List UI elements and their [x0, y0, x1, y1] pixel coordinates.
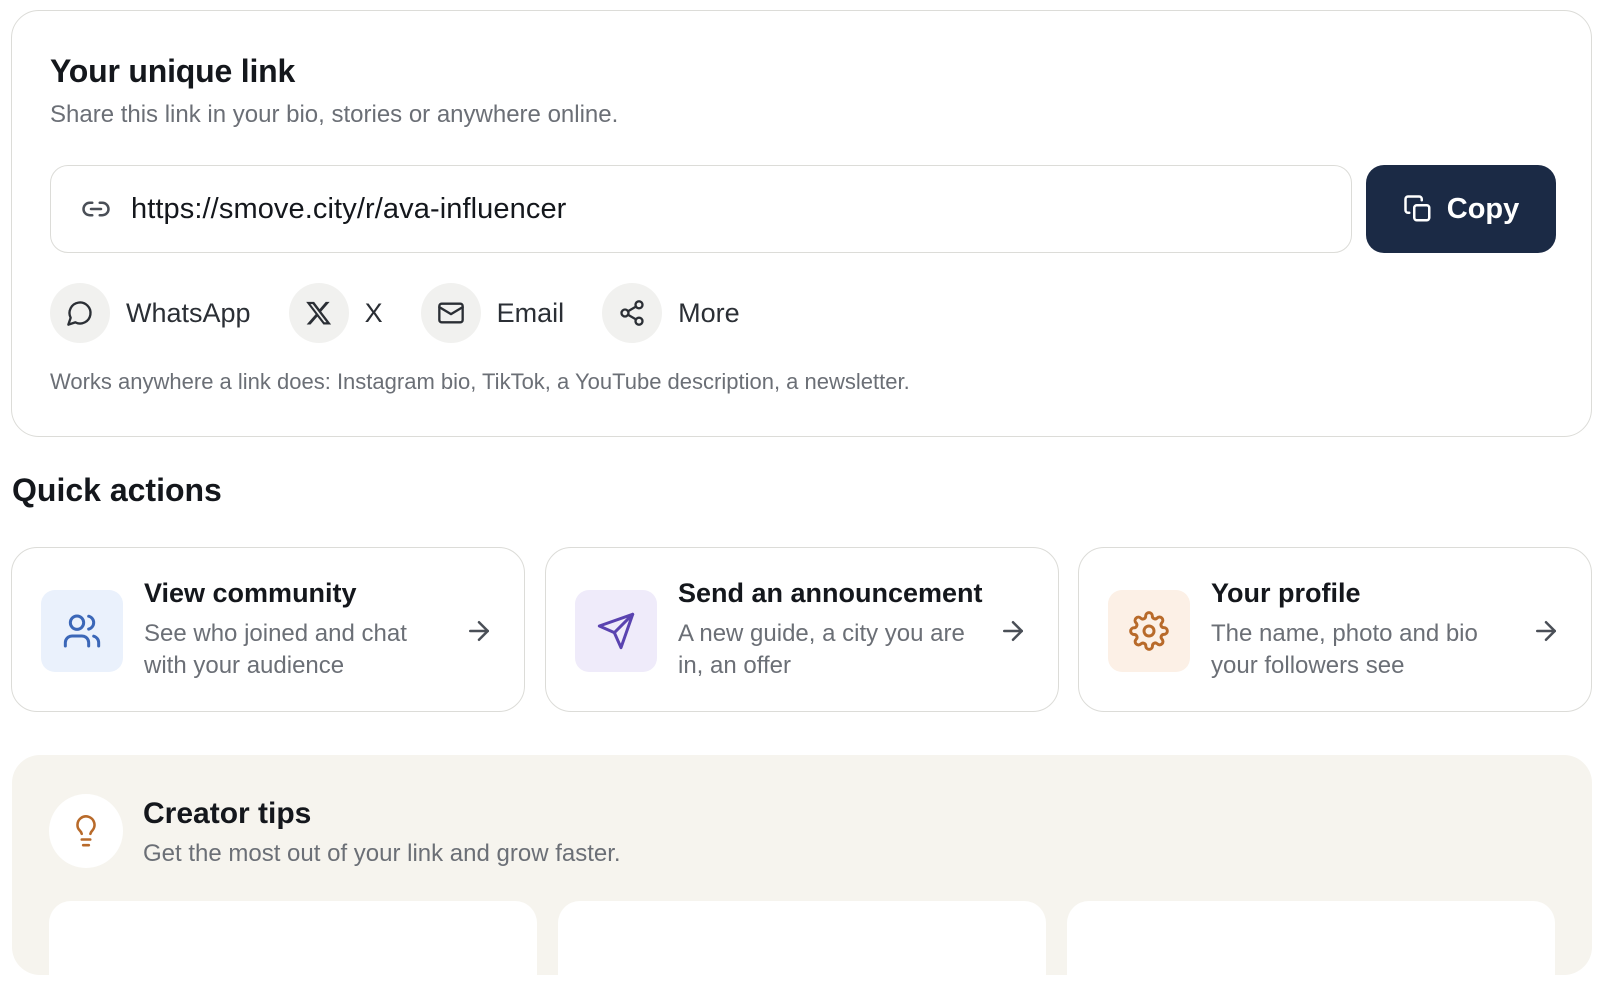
unique-link-card: Your unique link Share this link in your… [11, 10, 1592, 437]
quick-actions-heading: Quick actions [12, 472, 222, 508]
send-announcement-title: Send an announcement [678, 578, 983, 608]
arrow-right-icon [998, 616, 1028, 646]
link-card-subtitle: Share this link in your bio, stories or … [50, 101, 619, 128]
arrow-right-icon [464, 616, 494, 646]
your-profile-title: Your profile [1211, 578, 1361, 608]
creator-tips-section: Creator tips Get the most out of your li… [12, 755, 1592, 1001]
send-announcement-description: A new guide, a city you are in, an offer [678, 620, 965, 679]
link-icon [79, 192, 113, 226]
view-community-description: See who joined and chat with your audien… [144, 620, 407, 679]
arrow-right-icon [1531, 616, 1561, 646]
creator-tips-title: Creator tips [143, 797, 312, 830]
users-icon [41, 590, 123, 672]
view-community-card[interactable]: View community See who joined and chat w… [11, 547, 525, 712]
your-profile-description: The name, photo and bio your followers s… [1211, 620, 1478, 679]
share-icon [602, 283, 663, 343]
share-email-label: Email [496, 297, 565, 328]
gear-icon [1108, 590, 1190, 672]
copy-button[interactable]: Copy [1366, 165, 1556, 253]
lightbulb-icon [49, 794, 123, 868]
link-usage-note: Works anywhere a link does: Instagram bi… [50, 369, 910, 394]
copy-icon [1403, 194, 1433, 224]
whatsapp-icon [50, 283, 110, 343]
share-whatsapp-button[interactable]: WhatsApp [50, 283, 251, 343]
share-email-button[interactable]: Email [420, 283, 565, 343]
send-announcement-card[interactable]: Send an announcement A new guide, a city… [545, 547, 1059, 712]
share-x-button[interactable]: X [288, 283, 383, 343]
share-more-button[interactable]: More [602, 283, 740, 343]
tip-card[interactable] [1067, 901, 1555, 1001]
link-url-text[interactable]: https://smove.city/r/ava-influencer [131, 193, 566, 226]
link-card-title: Your unique link [50, 53, 296, 89]
share-x-label: X [364, 297, 383, 328]
share-whatsapp-label: WhatsApp [126, 297, 251, 328]
creator-tips-subtitle: Get the most out of your link and grow f… [143, 840, 621, 867]
tip-card[interactable] [558, 901, 1046, 1001]
your-profile-card[interactable]: Your profile The name, photo and bio you… [1078, 547, 1592, 712]
tip-card[interactable] [49, 901, 537, 1001]
link-url-field[interactable]: https://smove.city/r/ava-influencer [50, 165, 1352, 253]
share-options: WhatsApp X Email More [50, 283, 778, 343]
share-more-label: More [678, 297, 740, 328]
copy-button-label: Copy [1446, 192, 1520, 225]
email-icon [420, 283, 481, 343]
x-icon [288, 283, 349, 343]
view-community-title: View community [144, 578, 357, 608]
send-icon [575, 590, 657, 672]
